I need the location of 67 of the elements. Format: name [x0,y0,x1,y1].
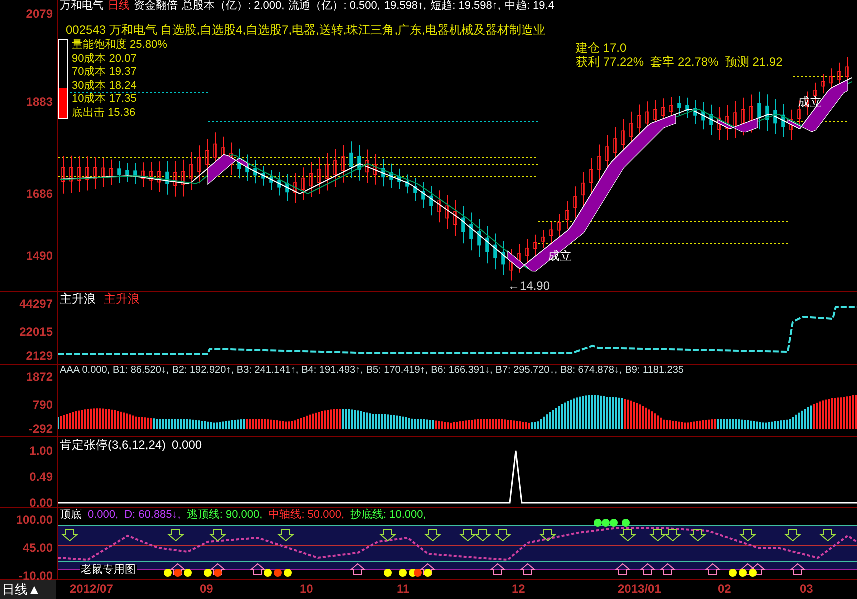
date-label: 11 [397,583,410,595]
date-label: 10 [300,583,314,595]
trend-band [208,154,248,186]
indicator-value: B4: 191.493↑, [302,366,364,376]
header-text: 流通（亿）: 0.500, [288,1,380,12]
axis-label: 790 [32,399,53,411]
indicator-value: 逃顶线: 90.000, [186,510,263,521]
indicator-value: B3: 241.141↑, [236,366,299,376]
axis-label: 1872 [26,371,53,383]
indicator-value: 中轴线: 50.000, [268,510,345,521]
date-label: 2012/07 [70,583,114,595]
date-label: 03 [800,583,814,595]
header-text: 短趋: 19.598↑, [430,1,501,12]
cost-line: 90成本 20.07 [72,52,138,66]
cost-line: 底出击 15.36 [72,106,137,120]
axis-label: 22015 [20,326,53,338]
axis-label: 1883 [26,96,53,108]
panel-title: 主升浪 [60,293,96,305]
header-text: 资金翻倍 [134,1,178,12]
cost-line: 70成本 19.37 [72,66,138,80]
axis-label: 44297 [20,298,53,310]
indicator-value: 顶底 [60,510,82,521]
stock-info: 002543 万和电气 自选股,自选股4,自选股7,电器,送转,珠江三角,广东,电器机械及器材制造业 [66,24,546,36]
panel-subtitle: 主升浪 [104,293,140,305]
axis-label: 2079 [26,8,53,20]
header-text: 中趋: 19.4 [504,1,554,12]
axis-label: 2129 [26,350,53,362]
indicator-value: 抄底线: 10.000, [350,510,426,521]
cost-line: 10成本 17.35 [72,93,138,106]
date-label: 2013/01 [618,583,662,595]
indicator-value: 0.000 [172,439,202,451]
header-text: 19.598↑, [384,1,427,12]
position-info: 建仓 17.0 [576,41,628,55]
panel-title: 肯定张停(3,6,12,24) [60,439,166,451]
chart-annotation: ←14.90 [508,280,550,291]
indicator-value: AAA 0.000, [60,366,110,376]
axis-label: 1686 [26,188,53,200]
indicator-value: B1: 86.520↓, [113,366,170,376]
axis-label: 1.00 [30,445,53,457]
axis-label: 0.00 [30,497,53,509]
axis-label: 45.00 [22,542,53,554]
header-text: 日线 [108,1,130,12]
date-label: 09 [200,583,214,595]
indicator-value: B7: 295.720↓, [496,366,558,376]
header-text: 万和电气 [60,1,104,12]
trend-band [718,118,758,133]
axis-label: 0.49 [30,471,53,483]
period-button[interactable]: 日线▲ [0,580,56,599]
axis-label: -292 [28,423,53,435]
indicator-value: D: 60.885↓, [124,510,181,521]
date-label: 02 [718,583,732,595]
indicator-value: B2: 192.920↑, [172,366,234,376]
indicator-value: B5: 170.419↑, [366,366,428,376]
panel-tag: 老鼠专用图 [80,565,137,576]
date-label: 12 [512,583,526,595]
indicator-value: B8: 674.878↓, [560,366,622,376]
cost-line: 量能饱和度 25.80% [72,39,168,52]
indicator-value: B6: 166.391↓, [431,366,493,376]
position-info: 获利 77.22% 套牢 22.78% 预测 21.92 [576,55,783,69]
axis-label: 1490 [26,250,53,262]
axis-label: 100.00 [16,514,53,526]
indicator-value: 0.000, [88,510,119,521]
cost-line: 30成本 18.24 [72,80,138,93]
header-text: 总股本（亿）: 2.000, [182,1,285,12]
level-line [792,76,848,78]
indicator-value: B9: 1181.235 [625,366,684,376]
trend-band [788,80,848,132]
